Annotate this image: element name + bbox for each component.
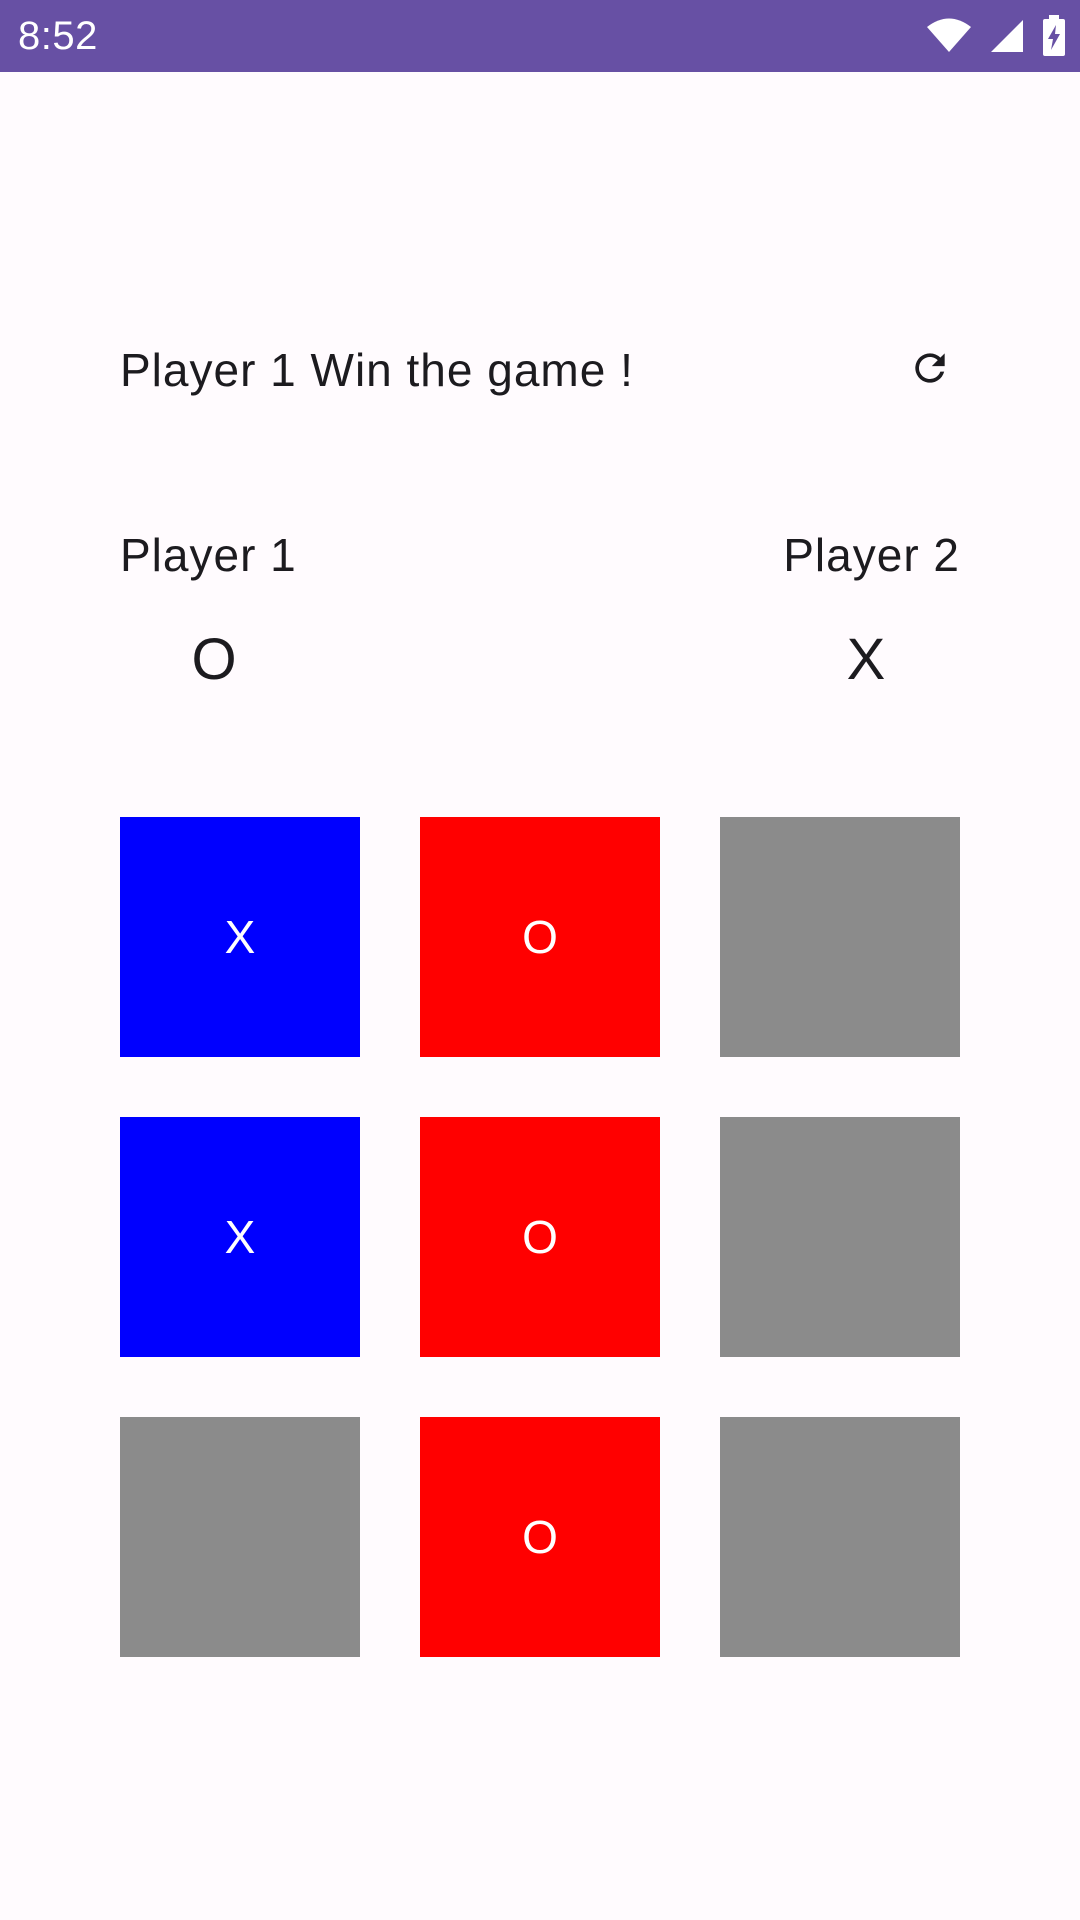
board-cell-8[interactable]: O	[420, 1417, 660, 1657]
wifi-icon	[926, 18, 972, 54]
status-bar: 8:52	[0, 0, 1080, 72]
player-2-label: Player 2	[783, 529, 960, 581]
board-cell-7[interactable]	[120, 1417, 360, 1657]
board-cell-5[interactable]: O	[420, 1117, 660, 1357]
board-cell-2[interactable]: O	[420, 817, 660, 1057]
status-time: 8:52	[18, 14, 98, 58]
board-cell-1[interactable]: X	[120, 817, 360, 1057]
player-1-label: Player 1	[120, 529, 297, 581]
game-board: X O X O O	[120, 817, 960, 1657]
board-cell-4[interactable]: X	[120, 1117, 360, 1357]
battery-charging-icon	[1042, 15, 1066, 57]
refresh-icon	[908, 346, 952, 395]
cell-signal-icon	[990, 19, 1024, 53]
win-message: Player 1 Win the game !	[120, 344, 634, 396]
board-cell-9[interactable]	[720, 1417, 960, 1657]
player-1-symbol: O	[191, 627, 237, 692]
board-cell-3[interactable]	[720, 817, 960, 1057]
board-cell-6[interactable]	[720, 1117, 960, 1357]
status-icons	[926, 14, 1066, 58]
player-2-symbol: X	[846, 627, 886, 692]
refresh-button[interactable]	[900, 340, 960, 400]
